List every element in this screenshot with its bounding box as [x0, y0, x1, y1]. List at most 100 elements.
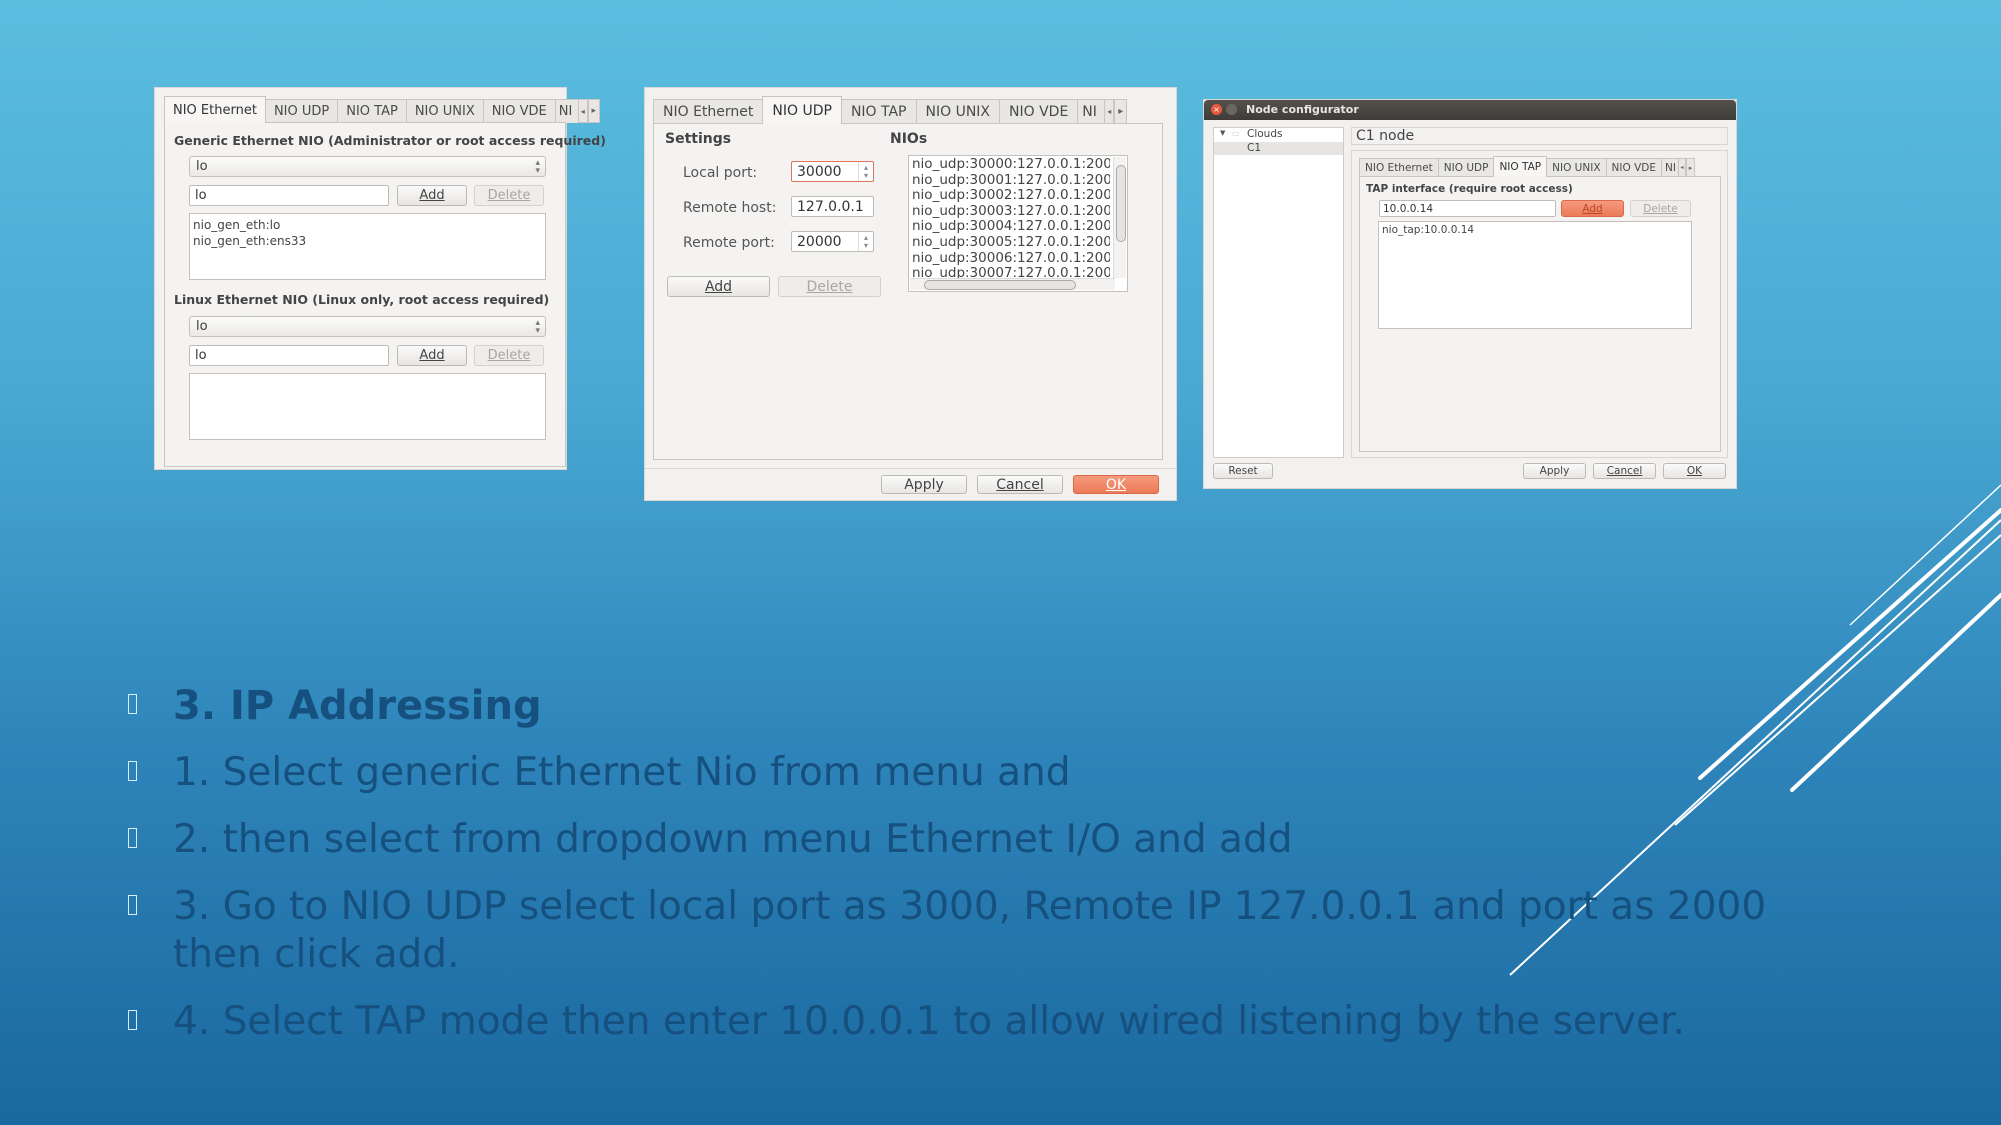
- list-item[interactable]: nio_udp:30005:127.0.0.1:20000: [912, 234, 1110, 251]
- tap-nio-list[interactable]: nio_tap:10.0.0.14: [1378, 221, 1692, 329]
- tree-item-label: C1: [1247, 142, 1262, 154]
- ok-button[interactable]: OK: [1663, 463, 1726, 479]
- tab-nio-udp[interactable]: NIO UDP: [762, 96, 842, 124]
- vertical-scrollbar[interactable]: [1113, 157, 1126, 278]
- close-window-icon[interactable]: ×: [1211, 104, 1222, 115]
- spin-arrows-icon[interactable]: ▴ ▾: [858, 162, 873, 181]
- linux-interface-input[interactable]: lo: [189, 345, 389, 366]
- tab-nio-udp[interactable]: NIO UDP: [1437, 158, 1495, 177]
- tab-nio-ethernet[interactable]: NIO Ethernet: [164, 96, 266, 123]
- spin-arrows-icon[interactable]: ▴ ▾: [858, 232, 873, 251]
- button-label: Apply: [904, 476, 944, 493]
- remote-host-label: Remote host:: [683, 200, 777, 216]
- remote-port-spinbox[interactable]: 20000 ▴ ▾: [791, 231, 874, 252]
- linux-add-button[interactable]: Add: [397, 345, 467, 366]
- expand-arrow-icon[interactable]: ▼: [1220, 129, 1225, 137]
- bullet-icon: [128, 761, 137, 781]
- tab-nio-unix[interactable]: NIO UNIX: [915, 99, 1001, 124]
- tab-nio-tap[interactable]: NIO TAP: [840, 99, 917, 124]
- tap-delete-button[interactable]: Delete: [1630, 200, 1691, 217]
- list-item[interactable]: nio_udp:30003:127.0.0.1:20000: [912, 203, 1110, 220]
- tab-ni-truncated[interactable]: NI: [1077, 99, 1106, 124]
- nio-ethernet-dialog: NIO Ethernet NIO UDP NIO TAP NIO UNIX NI…: [155, 88, 606, 469]
- cancel-button[interactable]: Cancel: [1593, 463, 1656, 479]
- generic-nio-list[interactable]: nio_gen_eth:lo nio_gen_eth:ens33: [189, 213, 546, 280]
- list-item[interactable]: nio_udp:30004:127.0.0.1:20000: [912, 219, 1110, 235]
- tap-interface-input[interactable]: 10.0.0.14: [1379, 200, 1556, 217]
- scrollbar-thumb[interactable]: [1116, 165, 1126, 242]
- udp-add-button[interactable]: Add: [667, 276, 770, 297]
- settings-title: Settings: [665, 131, 732, 147]
- tab-nio-vde[interactable]: NIO VDE: [1605, 158, 1662, 177]
- cancel-button[interactable]: Cancel: [977, 475, 1063, 494]
- spinbox-value: 20000: [797, 233, 842, 250]
- bullet-icon: [128, 1010, 137, 1030]
- window-titlebar: × Node configurator: [1204, 100, 1736, 120]
- tab-nio-udp[interactable]: NIO UDP: [264, 99, 339, 123]
- generic-interface-input[interactable]: lo: [189, 185, 389, 206]
- scrollbar-thumb[interactable]: [924, 280, 1076, 290]
- minimize-window-icon[interactable]: [1226, 104, 1237, 115]
- button-label: Apply: [1539, 465, 1570, 477]
- tap-interface-title: TAP interface (require root access): [1366, 183, 1573, 195]
- linux-nio-list[interactable]: [189, 373, 546, 440]
- tab-scroll-left-button[interactable]: ◂: [1677, 158, 1686, 177]
- generic-add-button[interactable]: Add: [397, 185, 467, 206]
- tab-nio-vde[interactable]: NIO VDE: [482, 99, 556, 123]
- reset-button[interactable]: Reset: [1213, 463, 1273, 479]
- list-item[interactable]: nio_udp:30000:127.0.0.1:20000: [912, 157, 1110, 173]
- tab-nio-tap[interactable]: NIO TAP: [1493, 156, 1548, 177]
- slide-bullet: 1. Select generic Ethernet Nio from menu…: [173, 750, 1071, 795]
- tab-ni-truncated[interactable]: NI: [1660, 158, 1679, 177]
- node-configurator-window: × Node configurator ▼ ▭ Clouds C1 C1 nod…: [1204, 100, 1736, 488]
- tab-nio-unix[interactable]: NIO UNIX: [1546, 158, 1607, 177]
- local-port-label: Local port:: [683, 165, 758, 181]
- chevron-left-icon: ◂: [580, 106, 585, 116]
- button-label: Delete: [806, 278, 853, 295]
- tree-item-clouds[interactable]: ▼ ▭ Clouds: [1214, 128, 1343, 142]
- apply-button[interactable]: Apply: [881, 475, 967, 494]
- tree-item-c1[interactable]: C1: [1214, 142, 1343, 155]
- bullet-icon: [128, 895, 137, 915]
- window-title: Node configurator: [1246, 103, 1359, 116]
- tree-item-label: Clouds: [1247, 128, 1283, 140]
- tab-nio-ethernet[interactable]: NIO Ethernet: [1359, 158, 1439, 177]
- slide-bullet: 2. then select from dropdown menu Ethern…: [173, 817, 1293, 862]
- slide-bullet-continuation: then click add.: [173, 932, 460, 977]
- linux-interface-combo[interactable]: lo ▴ ▾: [189, 316, 546, 337]
- updown-arrows-icon: ▴ ▾: [535, 317, 540, 336]
- chevron-right-icon: ▸: [1118, 106, 1124, 117]
- tab-scroll-right-button[interactable]: ▸: [1114, 99, 1128, 124]
- tab-nio-unix[interactable]: NIO UNIX: [405, 99, 484, 123]
- button-label: OK: [1105, 476, 1127, 493]
- remote-port-label: Remote port:: [683, 235, 775, 251]
- slide-bullet: 3. Go to NIO UDP select local port as 30…: [173, 884, 1767, 929]
- node-title: C1 node: [1356, 128, 1415, 144]
- list-item[interactable]: nio_udp:30001:127.0.0.1:20000: [912, 172, 1110, 189]
- tab-nio-tap[interactable]: NIO TAP: [337, 99, 407, 123]
- list-item[interactable]: nio_gen_eth:lo: [193, 217, 542, 233]
- generic-interface-combo[interactable]: lo ▴ ▾: [189, 156, 546, 177]
- linux-delete-button[interactable]: Delete: [474, 345, 544, 366]
- local-port-spinbox[interactable]: 30000 ▴ ▾: [791, 161, 874, 182]
- tab-ni-truncated[interactable]: NI: [554, 99, 579, 123]
- tab-scroll-left-button[interactable]: ◂: [1104, 99, 1115, 124]
- generic-delete-button[interactable]: Delete: [474, 185, 544, 206]
- tab-scroll-left-button[interactable]: ◂: [577, 99, 588, 123]
- tab-nio-vde[interactable]: NIO VDE: [999, 99, 1079, 124]
- apply-button[interactable]: Apply: [1523, 463, 1586, 479]
- list-item[interactable]: nio_tap:10.0.0.14: [1382, 224, 1688, 236]
- tap-add-button[interactable]: Add: [1561, 200, 1624, 217]
- tab-scroll-right-button[interactable]: ▸: [1685, 158, 1695, 177]
- ok-button[interactable]: OK: [1073, 475, 1159, 494]
- list-item[interactable]: nio_udp:30006:127.0.0.1:20000: [912, 250, 1110, 267]
- list-item[interactable]: nio_gen_eth:ens33: [193, 233, 542, 249]
- nios-list[interactable]: nio_udp:30000:127.0.0.1:20000 nio_udp:30…: [908, 155, 1128, 292]
- tab-scroll-right-button[interactable]: ▸: [587, 99, 600, 123]
- list-item[interactable]: nio_udp:30002:127.0.0.1:20000: [912, 188, 1110, 204]
- tab-nio-ethernet[interactable]: NIO Ethernet: [653, 99, 764, 124]
- chevron-left-icon: ◂: [1107, 107, 1112, 116]
- remote-host-input[interactable]: 127.0.0.1: [791, 196, 874, 217]
- udp-delete-button[interactable]: Delete: [778, 276, 881, 297]
- horizontal-scrollbar[interactable]: [910, 278, 1115, 290]
